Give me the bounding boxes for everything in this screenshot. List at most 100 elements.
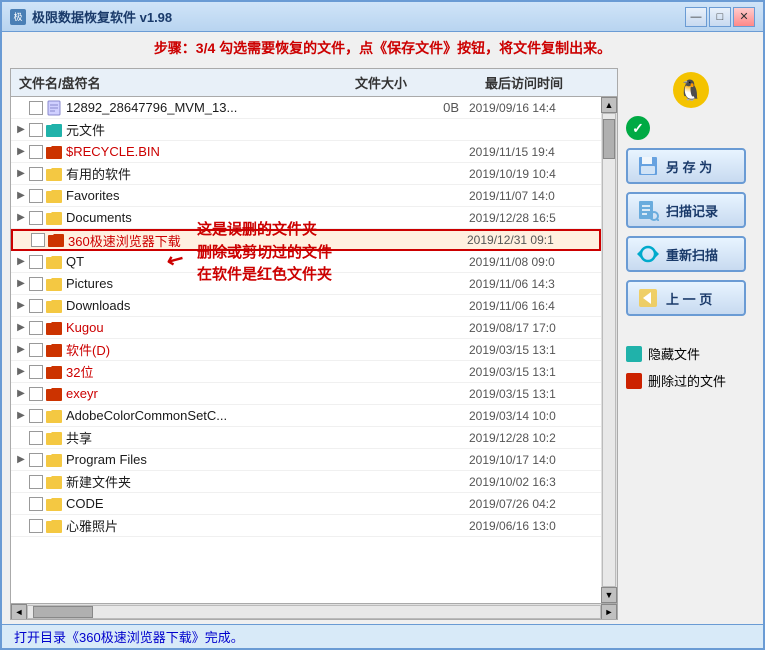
table-row[interactable]: ▶Pictures2019/11/06 14:3 bbox=[11, 273, 601, 295]
table-row[interactable]: 心雅照片2019/06/16 13:0 bbox=[11, 515, 601, 537]
expand-button[interactable]: ▶ bbox=[13, 276, 29, 292]
table-row[interactable]: ▶exeyr2019/03/15 13:1 bbox=[11, 383, 601, 405]
file-time: 2019/11/06 16:4 bbox=[469, 299, 599, 313]
file-size: 0B bbox=[389, 100, 469, 115]
file-list[interactable]: 12892_28647796_MVM_13...0B2019/09/16 14:… bbox=[11, 97, 601, 603]
table-row[interactable]: ▶Program Files2019/10/17 14:0 bbox=[11, 449, 601, 471]
table-row[interactable]: ▶ Kugou 2019/08/17 17:0 bbox=[11, 317, 601, 339]
qq-icon-area: 🐧 bbox=[626, 72, 755, 108]
expand-button bbox=[13, 518, 29, 534]
table-row[interactable]: 共享2019/12/28 10:2 bbox=[11, 427, 601, 449]
file-name: Pictures bbox=[66, 276, 389, 291]
file-type-icon bbox=[45, 144, 63, 160]
file-checkbox[interactable] bbox=[29, 189, 43, 203]
file-checkbox[interactable] bbox=[29, 409, 43, 423]
close-button[interactable]: ✕ bbox=[733, 7, 755, 27]
file-time: 2019/12/31 09:1 bbox=[467, 233, 597, 247]
file-type-icon bbox=[45, 298, 63, 314]
file-name: 有用的软件 bbox=[66, 164, 389, 183]
table-row[interactable]: 12892_28647796_MVM_13...0B2019/09/16 14:… bbox=[11, 97, 601, 119]
expand-button[interactable]: ▶ bbox=[13, 452, 29, 468]
table-row[interactable]: 360极速浏览器下载2019/12/31 09:1 bbox=[11, 229, 601, 251]
expand-button[interactable]: ▶ bbox=[13, 188, 29, 204]
table-row[interactable]: ▶软件(D)2019/03/15 13:1 bbox=[11, 339, 601, 361]
scroll-down-button[interactable]: ▼ bbox=[601, 587, 617, 603]
table-row[interactable]: ▶QT2019/11/08 09:0 bbox=[11, 251, 601, 273]
expand-button[interactable]: ▶ bbox=[13, 320, 29, 336]
rescan-label: 重新扫描 bbox=[666, 245, 718, 264]
file-name: Kugou bbox=[66, 320, 389, 335]
file-checkbox[interactable] bbox=[29, 167, 43, 181]
file-checkbox[interactable] bbox=[29, 299, 43, 313]
table-row[interactable]: 新建文件夹2019/10/02 16:3 bbox=[11, 471, 601, 493]
save-as-button[interactable]: 另 存 为 bbox=[626, 148, 746, 184]
file-checkbox[interactable] bbox=[29, 387, 43, 401]
file-name: Documents bbox=[66, 210, 389, 225]
file-time: 2019/03/15 13:1 bbox=[469, 343, 599, 357]
table-row[interactable]: ▶AdobeColorCommonSetC...2019/03/14 10:0 bbox=[11, 405, 601, 427]
expand-button[interactable]: ▶ bbox=[13, 122, 29, 138]
expand-button[interactable]: ▶ bbox=[13, 386, 29, 402]
table-row[interactable]: CODE2019/07/26 04:2 bbox=[11, 493, 601, 515]
table-row[interactable]: ▶元文件 bbox=[11, 119, 601, 141]
file-type-icon bbox=[45, 386, 63, 402]
file-checkbox[interactable] bbox=[29, 123, 43, 137]
file-header: 文件名/盘符名 文件大小 最后访问时间 bbox=[11, 69, 617, 97]
file-checkbox[interactable] bbox=[29, 453, 43, 467]
file-checkbox[interactable] bbox=[29, 497, 43, 511]
file-checkbox[interactable] bbox=[29, 277, 43, 291]
file-checkbox[interactable] bbox=[29, 321, 43, 335]
table-row[interactable]: ▶Favorites2019/11/07 14:0 bbox=[11, 185, 601, 207]
file-checkbox[interactable] bbox=[29, 365, 43, 379]
file-checkbox[interactable] bbox=[29, 101, 43, 115]
file-checkbox[interactable] bbox=[29, 145, 43, 159]
file-checkbox[interactable] bbox=[29, 255, 43, 269]
file-name: Downloads bbox=[66, 298, 389, 313]
table-row[interactable]: ▶32位2019/03/15 13:1 bbox=[11, 361, 601, 383]
table-row[interactable]: ▶ Downloads 2019/11/06 16:4 bbox=[11, 295, 601, 317]
hscroll-right-button[interactable]: ► bbox=[601, 604, 617, 620]
file-checkbox[interactable] bbox=[31, 233, 45, 247]
table-row[interactable]: ▶$RECYCLE.BIN2019/11/15 19:4 bbox=[11, 141, 601, 163]
instruction-bar: 步骤：3/4 勾选需要恢复的文件，点《保存文件》按钮，将文件复制出来。 bbox=[2, 32, 763, 64]
expand-button bbox=[15, 232, 31, 248]
expand-button[interactable]: ▶ bbox=[13, 298, 29, 314]
vertical-scrollbar[interactable]: ▲ ▼ bbox=[601, 97, 617, 603]
file-name: 心雅照片 bbox=[66, 516, 389, 535]
file-checkbox[interactable] bbox=[29, 431, 43, 445]
file-checkbox[interactable] bbox=[29, 343, 43, 357]
scroll-thumb[interactable] bbox=[603, 119, 615, 159]
expand-button[interactable]: ▶ bbox=[13, 408, 29, 424]
file-name: QT bbox=[66, 254, 389, 269]
maximize-button[interactable]: □ bbox=[709, 7, 731, 27]
expand-button[interactable]: ▶ bbox=[13, 254, 29, 270]
scan-log-button[interactable]: 扫描记录 bbox=[626, 192, 746, 228]
scroll-up-button[interactable]: ▲ bbox=[601, 97, 617, 113]
expand-button[interactable]: ▶ bbox=[13, 342, 29, 358]
file-checkbox[interactable] bbox=[29, 519, 43, 533]
hscroll-thumb[interactable] bbox=[33, 606, 93, 618]
hidden-file-label: 隐藏文件 bbox=[648, 344, 700, 363]
title-bar-left: 极 极限数据恢复软件 v1.98 bbox=[10, 7, 172, 26]
table-row[interactable]: ▶ Documents 2019/12/28 16:5 bbox=[11, 207, 601, 229]
prev-page-button[interactable]: 上 一 页 bbox=[626, 280, 746, 316]
expand-button[interactable]: ▶ bbox=[13, 364, 29, 380]
expand-button[interactable]: ▶ bbox=[13, 144, 29, 160]
hscroll-left-button[interactable]: ◄ bbox=[11, 604, 27, 620]
horizontal-scrollbar[interactable]: ◄ ► bbox=[11, 603, 617, 619]
legend: 隐藏文件 删除过的文件 bbox=[626, 344, 755, 390]
file-time: 2019/09/16 14:4 bbox=[469, 101, 599, 115]
minimize-button[interactable]: — bbox=[685, 7, 707, 27]
file-checkbox[interactable] bbox=[29, 211, 43, 225]
file-time: 2019/12/28 16:5 bbox=[469, 211, 599, 225]
expand-button[interactable]: ▶ bbox=[13, 210, 29, 226]
scroll-track bbox=[602, 113, 616, 587]
green-status-icon: ✓ bbox=[626, 116, 650, 140]
file-checkbox[interactable] bbox=[29, 475, 43, 489]
expand-button[interactable]: ▶ bbox=[13, 166, 29, 182]
rescan-icon bbox=[636, 242, 660, 266]
rescan-button[interactable]: 重新扫描 bbox=[626, 236, 746, 272]
table-row[interactable]: ▶有用的软件2019/10/19 10:4 bbox=[11, 163, 601, 185]
file-time: 2019/08/17 17:0 bbox=[469, 321, 599, 335]
expand-button bbox=[13, 100, 29, 116]
